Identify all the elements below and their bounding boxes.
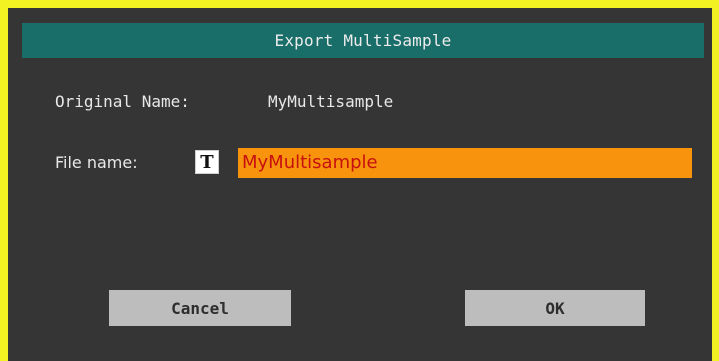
cancel-button[interactable]: Cancel xyxy=(109,290,291,326)
screen-frame: Export MultiSample Original Name: MyMult… xyxy=(0,0,719,361)
ok-button[interactable]: OK xyxy=(465,290,645,326)
original-name-value: MyMultisample xyxy=(268,92,394,111)
original-name-label: Original Name: xyxy=(55,92,190,111)
export-multisample-dialog: Export MultiSample Original Name: MyMult… xyxy=(8,8,712,361)
file-name-input[interactable] xyxy=(238,148,692,178)
text-edit-icon[interactable]: T xyxy=(195,150,219,174)
file-name-label: File name: xyxy=(55,153,138,172)
dialog-title: Export MultiSample xyxy=(22,23,704,58)
